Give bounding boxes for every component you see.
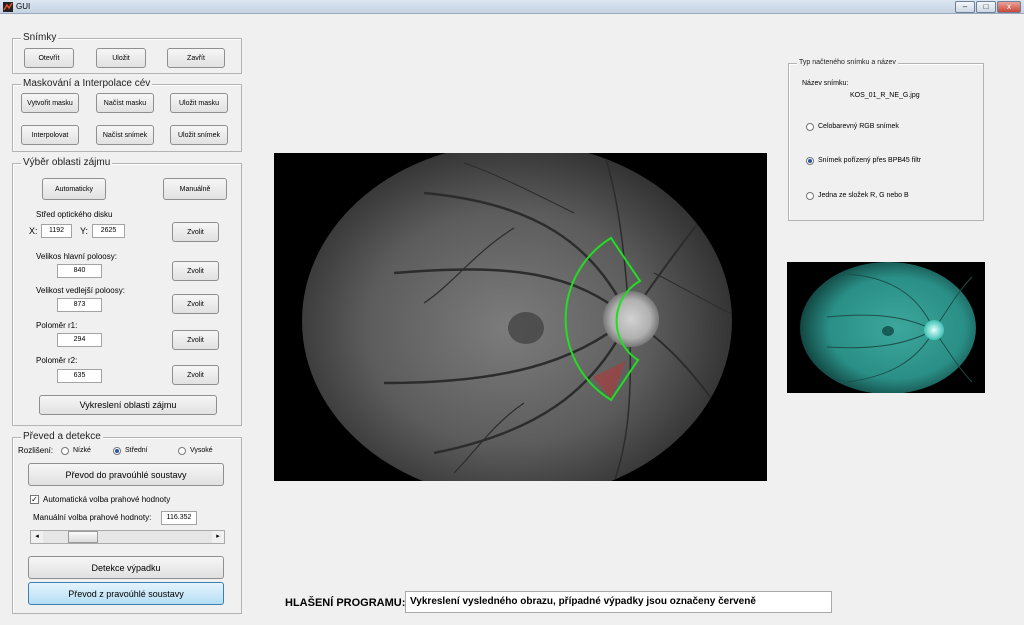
y-label: Y: (80, 226, 89, 236)
choose-r2-button[interactable]: Zvolit (172, 365, 219, 385)
center-label: Střed optického disku (36, 210, 113, 219)
save-image-button[interactable]: Uložit snímek (170, 125, 228, 145)
panel-title: Snímky (21, 32, 59, 43)
main-retina-image (274, 143, 767, 499)
save-mask-button[interactable]: Uložit masku (170, 93, 228, 113)
slider-thumb[interactable] (68, 531, 99, 543)
panel-snimky: Snímky Otevřít Uložit Zavřít (12, 32, 242, 74)
type-channel-radio[interactable] (806, 192, 814, 200)
manual-threshold-input[interactable]: 116.352 (161, 511, 197, 525)
slider-left-arrow[interactable]: ◂ (31, 531, 43, 543)
center-y-input[interactable]: 2625 (92, 224, 125, 238)
minimize-button[interactable]: – (955, 1, 975, 13)
image-name-label: Název snímku: (802, 80, 849, 87)
interpolate-button[interactable]: Interpolovat (21, 125, 79, 145)
panel-title: Převed a detekce (21, 431, 103, 442)
type-rgb-radio[interactable] (806, 123, 814, 131)
resolution-low-label: Nízké (73, 447, 91, 454)
program-message-box: Vykreslení vysledného obrazu, případné v… (405, 591, 832, 613)
main-image-canvas (302, 143, 732, 499)
r1-label: Poloměr r1: (36, 321, 78, 330)
panel-title: Výběr oblasti zájmu (21, 157, 113, 168)
r1-input[interactable]: 294 (57, 333, 102, 347)
panel-title: Typ načteného snímku a název (797, 59, 898, 66)
convert-to-cartesian-button[interactable]: Převod do pravoúhlé soustavy (28, 463, 224, 486)
threshold-slider[interactable]: ◂ ▸ (30, 530, 225, 544)
image-file-name: KOS_01_R_NE_G.jpg (850, 92, 920, 99)
auto-threshold-label: Automatická volba prahové hodnoty (43, 495, 171, 504)
manual-button[interactable]: Manuálně (163, 178, 227, 200)
choose-r1-button[interactable]: Zvolit (172, 330, 219, 350)
optic-disc (603, 291, 659, 347)
panel-title: Maskování a Interpolace cév (21, 78, 153, 89)
program-message-label: HLAŠENÍ PROGRAMU: (285, 597, 406, 609)
macula (508, 312, 544, 344)
panel-maskovani: Maskování a Interpolace cév Vytvořit mas… (12, 78, 242, 152)
resolution-high-label: Vysoké (190, 447, 213, 454)
window-title: GUI (16, 2, 31, 11)
resolution-medium-radio[interactable] (113, 447, 121, 455)
automatic-button[interactable]: Automaticky (42, 178, 106, 200)
type-bpb45-label: Snímek pořízený přes BPB45 filtr (818, 157, 922, 164)
choose-major-button[interactable]: Zvolit (172, 261, 219, 281)
draw-roi-button[interactable]: Vykreslení oblasti zájmu (39, 395, 217, 415)
convert-from-cartesian-button[interactable]: Převod z pravoúhlé soustavy (28, 582, 224, 605)
resolution-high-radio[interactable] (178, 447, 186, 455)
load-mask-button[interactable]: Načíst masku (96, 93, 154, 113)
close-button[interactable]: Zavřít (167, 48, 225, 68)
x-label: X: (29, 226, 38, 236)
slider-right-arrow[interactable]: ▸ (212, 531, 224, 543)
maximize-button[interactable]: □ (976, 1, 996, 13)
panel-vyber: Výběr oblasti zájmu Automaticky Manuálně… (12, 157, 242, 426)
minor-axis-label: Velikost vedlejší poloosy: (36, 286, 125, 295)
choose-center-button[interactable]: Zvolit (172, 222, 219, 242)
manual-threshold-label: Manuální volba prahové hodnoty: (33, 513, 152, 522)
minor-axis-input[interactable]: 873 (57, 298, 102, 312)
resolution-low-radio[interactable] (61, 447, 69, 455)
type-channel-label: Jedna ze složek R, G nebo B (818, 192, 909, 199)
thumbnail-canvas (800, 262, 976, 394)
auto-threshold-checkbox[interactable]: ✓ (30, 495, 39, 504)
matlab-icon (3, 2, 13, 12)
r2-label: Poloměr r2: (36, 356, 78, 365)
detect-dropout-button[interactable]: Detekce výpadku (28, 556, 224, 579)
center-x-input[interactable]: 1192 (41, 224, 72, 238)
title-bar: GUI – □ x (0, 0, 1024, 14)
thumbnail-macula (882, 326, 894, 336)
close-window-button[interactable]: x (997, 1, 1021, 13)
panel-typ: Typ načteného snímku a název Název snímk… (788, 59, 984, 221)
thumbnail-optic-disc (924, 320, 944, 340)
create-mask-button[interactable]: Vytvořit masku (21, 93, 79, 113)
open-button[interactable]: Otevřít (24, 48, 74, 68)
r2-input[interactable]: 635 (57, 369, 102, 383)
major-axis-input[interactable]: 840 (57, 264, 102, 278)
load-image-button[interactable]: Načíst snímek (96, 125, 154, 145)
type-rgb-label: Celobarevný RGB snímek (818, 123, 899, 130)
resolution-label: Rozlišení: (18, 446, 54, 455)
thumbnail-retina-image (787, 262, 985, 394)
type-bpb45-radio[interactable] (806, 157, 814, 165)
save-button[interactable]: Uložit (96, 48, 146, 68)
panel-prevod: Převed a detekce Rozlišení: Nízké Středn… (12, 431, 242, 614)
major-axis-label: Velikos hlavní poloosy: (36, 252, 117, 261)
resolution-medium-label: Střední (125, 447, 148, 454)
choose-minor-button[interactable]: Zvolit (172, 294, 219, 314)
